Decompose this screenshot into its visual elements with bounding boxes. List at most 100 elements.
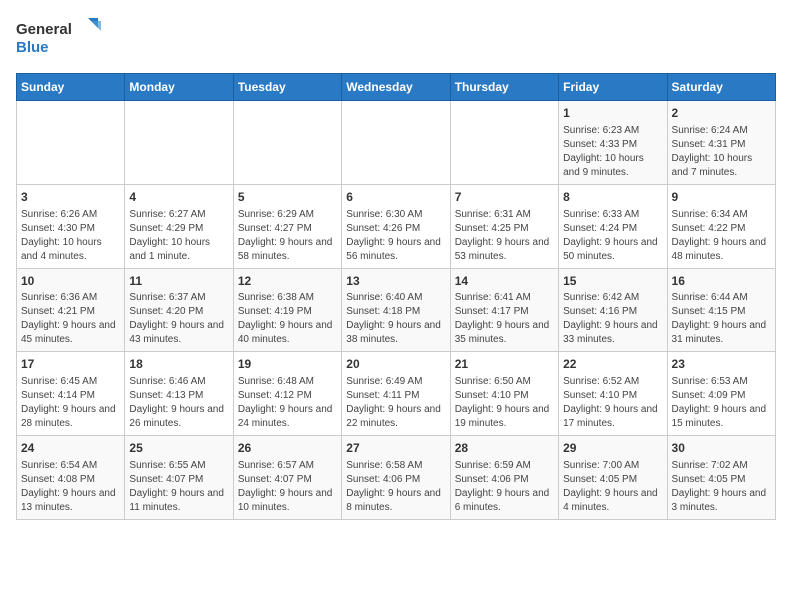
- day-number: 2: [672, 105, 771, 122]
- calendar-cell: 18 Sunrise: 6:46 AM Sunset: 4:13 PM Dayli…: [125, 352, 233, 436]
- day-number: 24: [21, 440, 120, 457]
- day-number: 6: [346, 189, 445, 206]
- header-day-saturday: Saturday: [667, 74, 775, 101]
- day-info: Sunrise: 6:50 AM Sunset: 4:10 PM Dayligh…: [455, 375, 554, 431]
- day-info: Sunrise: 6:24 AM Sunset: 4:31 PM Dayligh…: [672, 124, 771, 180]
- calendar-cell: 30 Sunrise: 7:02 AM Sunset: 4:05 PM Dayli…: [667, 436, 775, 520]
- calendar-cell: 11Sunrise: 6:37 AM Sunset: 4:20 PM Dayli…: [125, 268, 233, 352]
- day-info: Sunrise: 6:45 AM Sunset: 4:14 PM Dayligh…: [21, 375, 120, 431]
- day-info: Sunrise: 6:40 AM Sunset: 4:18 PM Dayligh…: [346, 291, 445, 347]
- calendar-cell: 7 Sunrise: 6:31 AM Sunset: 4:25 PM Daylig…: [450, 184, 558, 268]
- calendar-cell: 27 Sunrise: 6:58 AM Sunset: 4:06 PM Dayli…: [342, 436, 450, 520]
- day-number: 15: [563, 273, 662, 290]
- day-number: 1: [563, 105, 662, 122]
- calendar-cell: 4 Sunrise: 6:27 AM Sunset: 4:29 PM Daylig…: [125, 184, 233, 268]
- calendar-cell: 8 Sunrise: 6:33 AM Sunset: 4:24 PM Daylig…: [559, 184, 667, 268]
- calendar-body: 1 Sunrise: 6:23 AM Sunset: 4:33 PM Daylig…: [17, 101, 776, 520]
- day-info: Sunrise: 6:29 AM Sunset: 4:27 PM Dayligh…: [238, 208, 337, 264]
- day-number: 7: [455, 189, 554, 206]
- day-info: Sunrise: 6:27 AM Sunset: 4:29 PM Dayligh…: [129, 208, 228, 264]
- day-number: 18: [129, 356, 228, 373]
- calendar-cell: 24 Sunrise: 6:54 AM Sunset: 4:08 PM Dayli…: [17, 436, 125, 520]
- calendar-week-2: 3 Sunrise: 6:26 AM Sunset: 4:30 PM Daylig…: [17, 184, 776, 268]
- day-info: Sunrise: 6:33 AM Sunset: 4:24 PM Dayligh…: [563, 208, 662, 264]
- calendar-cell: 26 Sunrise: 6:57 AM Sunset: 4:07 PM Dayli…: [233, 436, 341, 520]
- day-number: 8: [563, 189, 662, 206]
- calendar-cell: 14Sunrise: 6:41 AM Sunset: 4:17 PM Dayli…: [450, 268, 558, 352]
- day-number: 27: [346, 440, 445, 457]
- calendar-cell: 16Sunrise: 6:44 AM Sunset: 4:15 PM Dayli…: [667, 268, 775, 352]
- calendar-table: SundayMondayTuesdayWednesdayThursdayFrid…: [16, 73, 776, 520]
- day-number: 19: [238, 356, 337, 373]
- calendar-cell: 17 Sunrise: 6:45 AM Sunset: 4:14 PM Dayli…: [17, 352, 125, 436]
- calendar-cell: 5 Sunrise: 6:29 AM Sunset: 4:27 PM Daylig…: [233, 184, 341, 268]
- calendar-cell: 13Sunrise: 6:40 AM Sunset: 4:18 PM Dayli…: [342, 268, 450, 352]
- day-info: Sunrise: 6:54 AM Sunset: 4:08 PM Dayligh…: [21, 459, 120, 515]
- header-day-tuesday: Tuesday: [233, 74, 341, 101]
- day-info: Sunrise: 6:58 AM Sunset: 4:06 PM Dayligh…: [346, 459, 445, 515]
- calendar-cell: 19Sunrise: 6:48 AM Sunset: 4:12 PM Dayli…: [233, 352, 341, 436]
- calendar-cell: 29 Sunrise: 7:00 AM Sunset: 4:05 PM Dayli…: [559, 436, 667, 520]
- day-number: 4: [129, 189, 228, 206]
- day-info: Sunrise: 6:37 AM Sunset: 4:20 PM Dayligh…: [129, 291, 228, 347]
- day-number: 28: [455, 440, 554, 457]
- calendar-cell: 20 Sunrise: 6:49 AM Sunset: 4:11 PM Dayli…: [342, 352, 450, 436]
- day-info: Sunrise: 6:46 AM Sunset: 4:13 PM Dayligh…: [129, 375, 228, 431]
- day-info: Sunrise: 6:31 AM Sunset: 4:25 PM Dayligh…: [455, 208, 554, 264]
- day-number: 17: [21, 356, 120, 373]
- day-number: 14: [455, 273, 554, 290]
- calendar-cell: 28 Sunrise: 6:59 AM Sunset: 4:06 PM Dayli…: [450, 436, 558, 520]
- calendar-cell: 23Sunrise: 6:53 AM Sunset: 4:09 PM Dayli…: [667, 352, 775, 436]
- day-number: 29: [563, 440, 662, 457]
- day-number: 16: [672, 273, 771, 290]
- day-number: 12: [238, 273, 337, 290]
- page-header: General Blue: [16, 16, 776, 61]
- day-info: Sunrise: 6:30 AM Sunset: 4:26 PM Dayligh…: [346, 208, 445, 264]
- day-number: 13: [346, 273, 445, 290]
- calendar-cell: [450, 101, 558, 185]
- day-number: 3: [21, 189, 120, 206]
- calendar-cell: 21Sunrise: 6:50 AM Sunset: 4:10 PM Dayli…: [450, 352, 558, 436]
- calendar-week-3: 10Sunrise: 6:36 AM Sunset: 4:21 PM Dayli…: [17, 268, 776, 352]
- calendar-cell: 22Sunrise: 6:52 AM Sunset: 4:10 PM Dayli…: [559, 352, 667, 436]
- svg-text:General: General: [16, 21, 72, 38]
- day-info: Sunrise: 6:23 AM Sunset: 4:33 PM Dayligh…: [563, 124, 662, 180]
- svg-text:Blue: Blue: [16, 39, 49, 56]
- calendar-cell: 1 Sunrise: 6:23 AM Sunset: 4:33 PM Daylig…: [559, 101, 667, 185]
- day-info: Sunrise: 7:02 AM Sunset: 4:05 PM Dayligh…: [672, 459, 771, 515]
- calendar-cell: [125, 101, 233, 185]
- day-number: 25: [129, 440, 228, 457]
- calendar-week-1: 1 Sunrise: 6:23 AM Sunset: 4:33 PM Daylig…: [17, 101, 776, 185]
- day-info: Sunrise: 6:26 AM Sunset: 4:30 PM Dayligh…: [21, 208, 120, 264]
- header-day-wednesday: Wednesday: [342, 74, 450, 101]
- day-info: Sunrise: 6:55 AM Sunset: 4:07 PM Dayligh…: [129, 459, 228, 515]
- calendar-week-4: 17 Sunrise: 6:45 AM Sunset: 4:14 PM Dayli…: [17, 352, 776, 436]
- day-number: 9: [672, 189, 771, 206]
- day-number: 26: [238, 440, 337, 457]
- day-info: Sunrise: 6:59 AM Sunset: 4:06 PM Dayligh…: [455, 459, 554, 515]
- calendar-cell: 6 Sunrise: 6:30 AM Sunset: 4:26 PM Daylig…: [342, 184, 450, 268]
- day-number: 11: [129, 273, 228, 290]
- day-info: Sunrise: 6:34 AM Sunset: 4:22 PM Dayligh…: [672, 208, 771, 264]
- day-info: Sunrise: 6:53 AM Sunset: 4:09 PM Dayligh…: [672, 375, 771, 431]
- day-number: 5: [238, 189, 337, 206]
- header-row: SundayMondayTuesdayWednesdayThursdayFrid…: [17, 74, 776, 101]
- day-info: Sunrise: 6:57 AM Sunset: 4:07 PM Dayligh…: [238, 459, 337, 515]
- calendar-week-5: 24 Sunrise: 6:54 AM Sunset: 4:08 PM Dayli…: [17, 436, 776, 520]
- header-day-monday: Monday: [125, 74, 233, 101]
- logo-svg: General Blue: [16, 16, 106, 61]
- day-info: Sunrise: 7:00 AM Sunset: 4:05 PM Dayligh…: [563, 459, 662, 515]
- calendar-cell: 12Sunrise: 6:38 AM Sunset: 4:19 PM Dayli…: [233, 268, 341, 352]
- day-info: Sunrise: 6:44 AM Sunset: 4:15 PM Dayligh…: [672, 291, 771, 347]
- day-info: Sunrise: 6:42 AM Sunset: 4:16 PM Dayligh…: [563, 291, 662, 347]
- day-info: Sunrise: 6:41 AM Sunset: 4:17 PM Dayligh…: [455, 291, 554, 347]
- header-day-sunday: Sunday: [17, 74, 125, 101]
- logo: General Blue: [16, 16, 106, 61]
- day-info: Sunrise: 6:49 AM Sunset: 4:11 PM Dayligh…: [346, 375, 445, 431]
- day-number: 20: [346, 356, 445, 373]
- calendar-cell: [342, 101, 450, 185]
- calendar-cell: 2 Sunrise: 6:24 AM Sunset: 4:31 PM Daylig…: [667, 101, 775, 185]
- day-info: Sunrise: 6:36 AM Sunset: 4:21 PM Dayligh…: [21, 291, 120, 347]
- day-number: 30: [672, 440, 771, 457]
- calendar-cell: 3 Sunrise: 6:26 AM Sunset: 4:30 PM Daylig…: [17, 184, 125, 268]
